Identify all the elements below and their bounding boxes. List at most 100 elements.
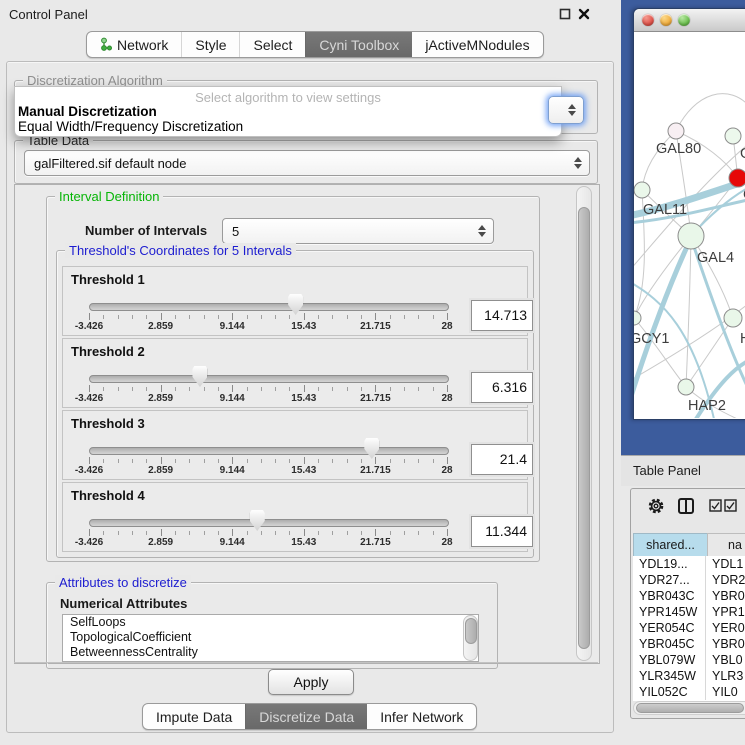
- combo-arrows-icon: [564, 104, 580, 116]
- threshold-value-field[interactable]: 6.316: [471, 372, 533, 403]
- threshold-slider-thumb[interactable]: [192, 366, 207, 387]
- tick-mark: [275, 459, 276, 463]
- cell-shared-name[interactable]: YDL19...: [633, 556, 706, 572]
- threshold-slider-track[interactable]: [89, 447, 449, 455]
- network-node-ga[interactable]: [725, 128, 741, 144]
- network-edge[interactable]: [634, 318, 686, 387]
- network-node-h[interactable]: [724, 309, 742, 327]
- network-window-titlebar[interactable]: [634, 9, 745, 32]
- tick-mark: [103, 531, 104, 535]
- tab-jactivemnodules[interactable]: jActiveMNodules: [412, 32, 542, 57]
- threshold-slider-track[interactable]: [89, 375, 449, 383]
- threshold-value-field[interactable]: 11.344: [471, 516, 533, 547]
- network-edge[interactable]: [686, 236, 691, 387]
- attribute-list-item[interactable]: SelfLoops: [63, 615, 478, 630]
- table-column-header-shared[interactable]: shared...: [633, 533, 708, 557]
- cell-shared-name[interactable]: YIL052C: [633, 684, 706, 700]
- scrollbar-thumb[interactable]: [636, 703, 744, 713]
- tab-cyni-toolbox[interactable]: Cyni Toolbox: [305, 32, 412, 57]
- checkbox-icon[interactable]: [709, 499, 722, 512]
- tab-label: Network: [117, 37, 168, 53]
- zoom-traffic-icon[interactable]: [678, 14, 690, 26]
- cell-name[interactable]: YBR0: [706, 588, 745, 604]
- tab-network[interactable]: Network: [87, 32, 181, 57]
- numerical-attributes-list[interactable]: SelfLoopsTopologicalCoefficientBetweenne…: [62, 614, 479, 662]
- threshold-slider-thumb[interactable]: [288, 294, 303, 315]
- network-edge[interactable]: [691, 236, 733, 318]
- tick-mark: [232, 385, 233, 392]
- cell-shared-name[interactable]: YLR345W: [633, 668, 706, 684]
- cell-shared-name[interactable]: YPR145W: [633, 604, 706, 620]
- algorithm-option-equal-width[interactable]: Equal Width/Frequency Discretization: [18, 119, 243, 134]
- close-traffic-icon[interactable]: [642, 14, 654, 26]
- scrollbar-thumb[interactable]: [465, 618, 477, 644]
- cell-shared-name[interactable]: YBR045C: [633, 636, 706, 652]
- scrollbar-thumb[interactable]: [578, 207, 590, 649]
- split-columns-icon[interactable]: [677, 497, 695, 515]
- cell-shared-name[interactable]: YDR27...: [633, 572, 706, 588]
- tick-mark: [390, 531, 391, 535]
- table-row[interactable]: YER054CYER0: [633, 620, 745, 636]
- cell-shared-name[interactable]: YBR043C: [633, 588, 706, 604]
- table-row[interactable]: YDR27...YDR2: [633, 572, 745, 588]
- threshold-value-field[interactable]: 14.713: [471, 300, 533, 331]
- table-column-header-name[interactable]: na: [707, 533, 745, 557]
- cell-name[interactable]: YBR0: [706, 636, 745, 652]
- network-node-gcy1[interactable]: [634, 311, 641, 325]
- cell-name[interactable]: YER0: [706, 620, 745, 636]
- tab-select[interactable]: Select: [239, 32, 305, 57]
- tab-discretize-data[interactable]: Discretize Data: [245, 704, 367, 729]
- cell-name[interactable]: YIL0: [706, 684, 745, 700]
- table-row[interactable]: YDL19...YDL1: [633, 556, 745, 572]
- cell-name[interactable]: YPR1: [706, 604, 745, 620]
- table-horizontal-scrollbar[interactable]: [633, 701, 745, 715]
- network-edge[interactable]: [676, 94, 745, 131]
- network-node-hap2[interactable]: [678, 379, 694, 395]
- tick-mark: [89, 385, 90, 392]
- tick-label: -3.426: [75, 537, 103, 548]
- threshold-slider-thumb[interactable]: [364, 438, 379, 459]
- table-data-combobox[interactable]: galFiltered.sif default node: [24, 150, 590, 176]
- tab-impute-data[interactable]: Impute Data: [143, 704, 245, 729]
- cell-shared-name[interactable]: YER054C: [633, 620, 706, 636]
- threshold-slider-track[interactable]: [89, 519, 449, 527]
- tab-infer-network[interactable]: Infer Network: [367, 704, 476, 729]
- close-icon[interactable]: [577, 7, 591, 21]
- network-node-gal4[interactable]: [678, 223, 704, 249]
- tab-style[interactable]: Style: [181, 32, 239, 57]
- attributes-list-scrollbar[interactable]: [463, 615, 478, 661]
- settings-vertical-scrollbar[interactable]: [576, 186, 592, 661]
- num-intervals-combobox[interactable]: 5: [222, 218, 494, 244]
- network-node-gal80[interactable]: [668, 123, 684, 139]
- algorithm-combobox[interactable]: [548, 96, 584, 124]
- table-body[interactable]: YDL19...YDL1YDR27...YDR2YBR043CYBR0YPR14…: [633, 556, 745, 701]
- table-row[interactable]: YLR345WYLR3: [633, 668, 745, 684]
- cell-shared-name[interactable]: YBL079W: [633, 652, 706, 668]
- tick-mark: [132, 315, 133, 319]
- threshold-slider-track[interactable]: [89, 303, 449, 311]
- apply-button[interactable]: Apply: [268, 669, 354, 695]
- checkbox-icon[interactable]: [724, 499, 737, 512]
- table-row[interactable]: YBL079WYBL0: [633, 652, 745, 668]
- tick-mark: [89, 313, 90, 320]
- algorithm-option-manual[interactable]: Manual Discretization: [18, 104, 157, 119]
- threshold-slider-thumb[interactable]: [250, 510, 265, 531]
- table-row[interactable]: YPR145WYPR1: [633, 604, 745, 620]
- cell-name[interactable]: YLR3: [706, 668, 745, 684]
- network-node-gal11[interactable]: [634, 182, 650, 198]
- cell-name[interactable]: YDL1: [706, 556, 745, 572]
- table-row[interactable]: YBR045CYBR0: [633, 636, 745, 652]
- table-row[interactable]: YBR043CYBR0: [633, 588, 745, 604]
- cell-name[interactable]: YBL0: [706, 652, 745, 668]
- cell-name[interactable]: YDR2: [706, 572, 745, 588]
- table-row[interactable]: YIL052CYIL0: [633, 684, 745, 700]
- gear-icon[interactable]: [647, 497, 665, 515]
- network-node-c[interactable]: [729, 169, 745, 187]
- attribute-list-item[interactable]: TopologicalCoefficient: [63, 630, 478, 645]
- network-canvas[interactable]: GAL80GACGAL11GAL4GCY1HHAP2: [634, 31, 745, 418]
- attribute-list-item[interactable]: BetweennessCentrality: [63, 645, 478, 660]
- minimize-traffic-icon[interactable]: [660, 14, 672, 26]
- threshold-value-field[interactable]: 21.4: [471, 444, 533, 475]
- float-window-icon[interactable]: [558, 7, 572, 21]
- network-edge[interactable]: [642, 131, 676, 190]
